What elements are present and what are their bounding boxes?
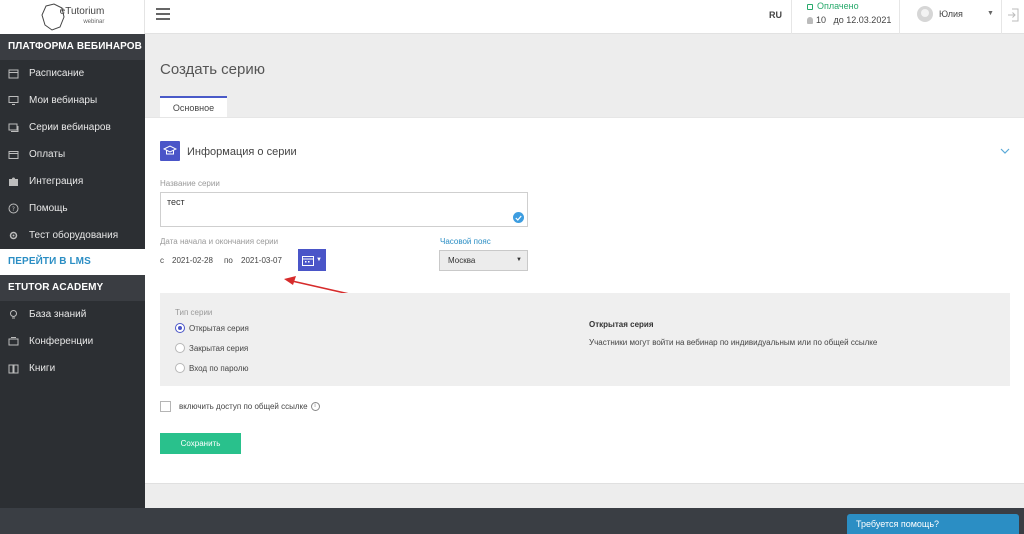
sidebar: eTutorium webinar ПЛАТФОРМА ВЕБИНАРОВ Ра… xyxy=(0,0,145,534)
sidebar-item-conferences[interactable]: Конференции xyxy=(0,328,145,355)
sidebar-item-label: Оплаты xyxy=(29,149,66,160)
page-title: Создать серию xyxy=(160,61,265,78)
book-icon xyxy=(7,363,19,375)
divider xyxy=(791,0,792,34)
sidebar-item-label: Книги xyxy=(29,363,56,374)
section-title: Информация о серии xyxy=(187,146,297,158)
divider xyxy=(899,0,900,34)
type-description-title: Открытая серия xyxy=(589,320,654,329)
sidebar-item-label: Помощь xyxy=(29,203,68,214)
svg-text:?: ? xyxy=(11,206,14,213)
radio-dot xyxy=(175,343,185,353)
user-icon xyxy=(807,17,813,24)
info-icon[interactable]: i xyxy=(310,402,320,411)
sidebar-item-series[interactable]: Серии вебинаров xyxy=(0,114,145,141)
sidebar-item-integration[interactable]: Интеграция xyxy=(0,168,145,195)
section-academy: ETUTOR ACADEMY xyxy=(0,275,145,301)
series-type-label: Тип серии xyxy=(175,308,213,317)
caret-down-icon: ▼ xyxy=(516,257,522,263)
sidebar-item-label: Конференции xyxy=(29,336,94,347)
conference-icon xyxy=(7,336,19,348)
radio-closed-series[interactable]: Закрытая серия xyxy=(175,343,248,353)
sidebar-item-label: Мои вебинары xyxy=(29,95,98,106)
radio-dot xyxy=(175,323,185,333)
caret-down-icon[interactable]: ▼ xyxy=(987,10,994,17)
type-description-text: Участники могут войти на вебинар по инди… xyxy=(589,338,878,347)
save-button[interactable]: Сохранить xyxy=(160,433,241,454)
check-icon xyxy=(513,212,524,223)
dates-label: Дата начала и окончания серии xyxy=(160,237,279,246)
menu-icon[interactable] xyxy=(156,8,170,20)
shared-link-checkbox[interactable] xyxy=(160,401,171,412)
caret-down-icon: ▼ xyxy=(316,257,322,263)
avatar xyxy=(917,6,933,22)
help-icon: ? xyxy=(7,203,19,215)
calendar-button[interactable]: ▼ xyxy=(298,249,326,271)
sidebar-item-label: Серии вебинаров xyxy=(29,122,111,133)
logo[interactable]: eTutorium webinar xyxy=(40,3,105,31)
wallet-icon xyxy=(7,149,19,161)
divider xyxy=(1001,0,1002,34)
radio-label: Открытая серия xyxy=(189,323,249,333)
lock-icon xyxy=(807,3,813,10)
logo-text: eTutorium webinar xyxy=(59,6,105,26)
series-name-label: Название серии xyxy=(160,179,220,188)
timezone-select[interactable]: Москва ▼ xyxy=(439,250,528,271)
stack-icon xyxy=(7,122,19,134)
timezone-value: Москва xyxy=(448,256,476,265)
start-date-input[interactable]: 2021-02-28 xyxy=(172,256,213,265)
language-switch[interactable]: RU xyxy=(769,10,782,20)
licence-info: 10 до 12.03.2021 xyxy=(807,15,891,25)
to-label: по xyxy=(224,256,233,265)
sidebar-item-knowledge-base[interactable]: База знаний xyxy=(0,301,145,328)
shared-link-row: включить доступ по общей ссылке i xyxy=(160,401,320,412)
sidebar-item-books[interactable]: Книги xyxy=(0,355,145,382)
radio-dot xyxy=(175,363,185,373)
calendar-icon xyxy=(302,255,315,266)
sidebar-item-help[interactable]: ? Помощь xyxy=(0,195,145,222)
timezone-label: Часовой пояс xyxy=(440,237,491,246)
logout-icon[interactable] xyxy=(1007,8,1019,22)
help-button[interactable]: Требуется помощь? xyxy=(847,514,1019,534)
logo-mark-icon xyxy=(41,3,65,31)
shared-link-label: включить доступ по общей ссылке xyxy=(179,402,308,411)
lightbulb-icon xyxy=(7,309,19,321)
sidebar-item-label: Интеграция xyxy=(29,176,84,187)
user-name: Юлия xyxy=(939,9,963,19)
radio-label: Закрытая серия xyxy=(189,343,249,353)
tab-main[interactable]: Основное xyxy=(160,96,227,118)
section-platform: ПЛАТФОРМА ВЕБИНАРОВ xyxy=(0,34,145,60)
sidebar-item-schedule[interactable]: Расписание xyxy=(0,60,145,87)
chevron-down-icon[interactable] xyxy=(1000,146,1010,156)
paid-status: Оплачено xyxy=(807,1,859,11)
sidebar-item-label: Расписание xyxy=(29,68,85,79)
sidebar-item-equipment-test[interactable]: Тест оборудования xyxy=(0,222,145,249)
radio-open-series[interactable]: Открытая серия xyxy=(175,323,249,333)
lms-link[interactable]: ПЕРЕЙТИ В LMS xyxy=(0,249,145,275)
series-name-input[interactable]: тест xyxy=(160,192,528,227)
topbar: RU Оплачено 10 до 12.03.2021 Юлия ▼ xyxy=(145,0,1024,34)
radio-label: Вход по паролю xyxy=(189,363,249,373)
logo-area: eTutorium webinar xyxy=(0,0,145,34)
sidebar-item-label: База знаний xyxy=(29,309,87,320)
calendar-icon xyxy=(7,68,19,80)
sidebar-item-my-webinars[interactable]: Мои вебинары xyxy=(0,87,145,114)
gear-icon xyxy=(7,230,19,242)
end-date-input[interactable]: 2021-03-07 xyxy=(241,256,282,265)
sidebar-item-label: Тест оборудования xyxy=(29,230,119,241)
monitor-icon xyxy=(7,95,19,107)
from-label: с xyxy=(160,256,164,265)
sidebar-item-payments[interactable]: Оплаты xyxy=(0,141,145,168)
radio-password-entry[interactable]: Вход по паролю xyxy=(175,363,249,373)
user-menu[interactable]: Юлия xyxy=(917,6,963,22)
series-type-panel xyxy=(160,293,1010,386)
puzzle-icon xyxy=(7,176,19,188)
graduation-cap-icon xyxy=(160,141,180,161)
